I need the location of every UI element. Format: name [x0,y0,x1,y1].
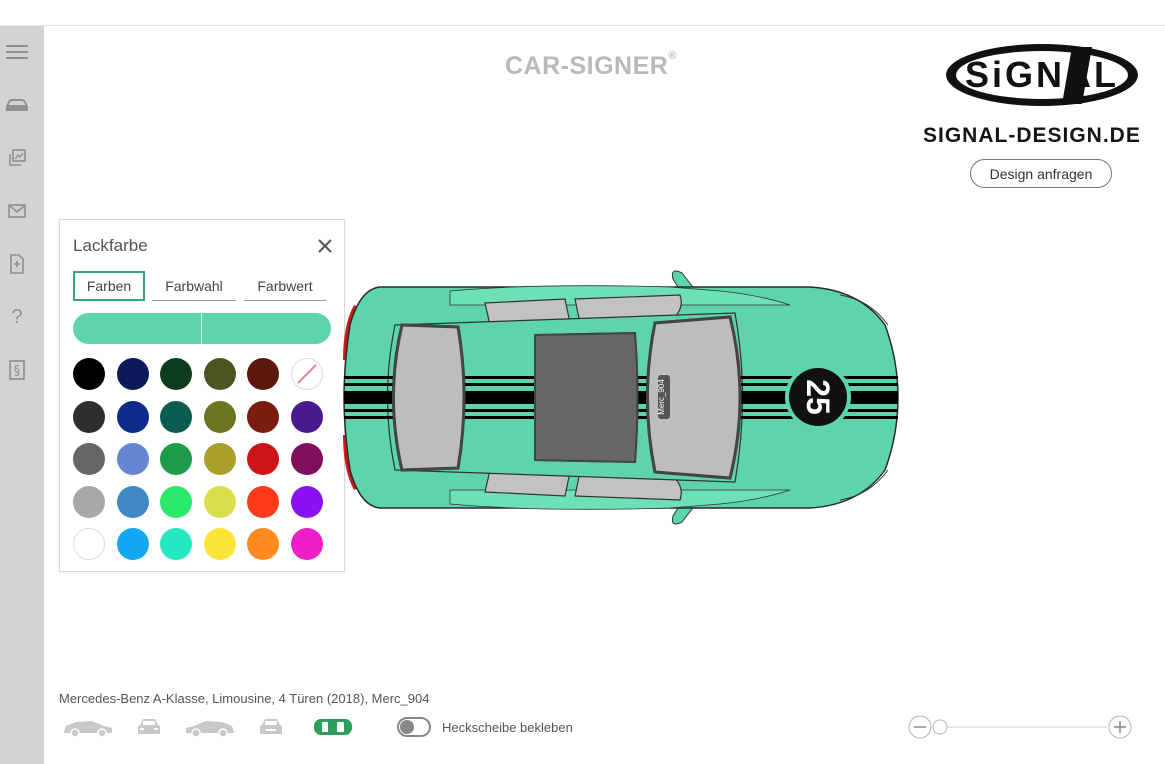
car-icon[interactable] [5,93,29,117]
legal-glyph: § [14,364,21,379]
top-bar [0,0,1165,26]
menu-icon[interactable] [6,40,30,64]
color-swatch[interactable] [291,400,323,433]
help-icon[interactable]: ? [5,305,29,329]
toggle-knob [400,720,414,734]
registered-mark: ® [668,49,677,62]
color-swatch[interactable] [247,443,280,475]
side-view-left-icon[interactable] [62,716,114,738]
color-swatch[interactable] [291,443,323,475]
top-view-icon[interactable] [312,716,354,738]
color-swatch[interactable] [160,528,193,560]
plate-label: Merc_904 [657,379,666,415]
zoom-in-button[interactable] [1108,715,1132,739]
color-swatch[interactable] [247,485,280,518]
current-color-bar[interactable] [73,313,331,344]
color-swatch[interactable] [247,400,280,433]
color-swatch[interactable] [116,400,149,433]
color-bar-divider [201,313,202,344]
gallery-icon[interactable] [5,146,29,170]
zoom-slider-thumb[interactable] [932,719,948,735]
model-description: Mercedes-Benz A-Klasse, Limousine, 4 Tür… [59,691,430,706]
color-swatch[interactable] [160,400,193,433]
color-swatch[interactable] [73,443,105,475]
color-swatch[interactable] [203,485,236,518]
request-design-button[interactable]: Design anfragen [970,159,1112,188]
rear-window-overlay [392,323,466,472]
color-swatch[interactable] [116,358,149,390]
car-preview[interactable]: Merc_904 25 [340,265,905,530]
app-title-text: CAR-SIGNER [505,52,669,80]
legal-icon[interactable]: § [5,358,29,382]
color-swatch[interactable] [116,528,149,560]
color-swatch[interactable] [116,485,149,518]
color-swatch[interactable] [203,400,236,433]
mail-icon[interactable] [5,199,29,223]
color-swatch[interactable] [116,443,149,475]
side-view-right-icon[interactable] [184,716,236,738]
color-swatch[interactable] [291,485,323,518]
no-color-swatch[interactable] [291,358,323,390]
rear-window-toggle[interactable] [397,717,431,737]
color-swatch[interactable] [291,528,323,560]
color-swatch[interactable] [73,528,105,560]
color-swatch[interactable] [73,485,105,518]
rear-view-icon[interactable] [258,716,284,738]
color-swatch[interactable] [73,400,105,433]
color-swatch[interactable] [160,443,193,475]
tab-farbwahl[interactable]: Farbwahl [152,271,236,301]
sunroof-overlay [534,331,639,464]
tab-farbwert[interactable]: Farbwert [244,271,326,301]
color-swatch[interactable] [203,358,236,390]
color-swatch[interactable] [73,358,105,390]
document-icon[interactable] [5,252,29,276]
signal-logo[interactable]: SiGNAL [942,40,1142,112]
close-icon[interactable] [315,236,335,256]
app-title: CAR-SIGNER® [505,49,677,81]
sidebar: ? § [0,26,44,764]
color-swatch[interactable] [160,358,193,390]
logo-text: SiGNAL [965,54,1119,95]
color-swatch[interactable] [247,358,280,390]
rear-window-label: Heckscheibe bekleben [442,720,573,735]
color-swatch[interactable] [247,528,280,560]
color-swatch[interactable] [160,485,193,518]
color-swatch[interactable] [203,528,236,560]
color-swatch[interactable] [203,443,236,475]
zoom-control [908,715,1132,739]
site-domain: SIGNAL-DESIGN.DE [923,124,1141,147]
front-view-icon[interactable] [136,716,162,738]
zoom-out-button[interactable] [908,715,932,739]
tab-farben[interactable]: Farben [73,271,145,301]
start-number: 25 [800,379,836,415]
paint-color-panel: Lackfarbe Farben Farbwahl Farbwert [59,219,345,572]
panel-title: Lackfarbe [73,236,148,255]
